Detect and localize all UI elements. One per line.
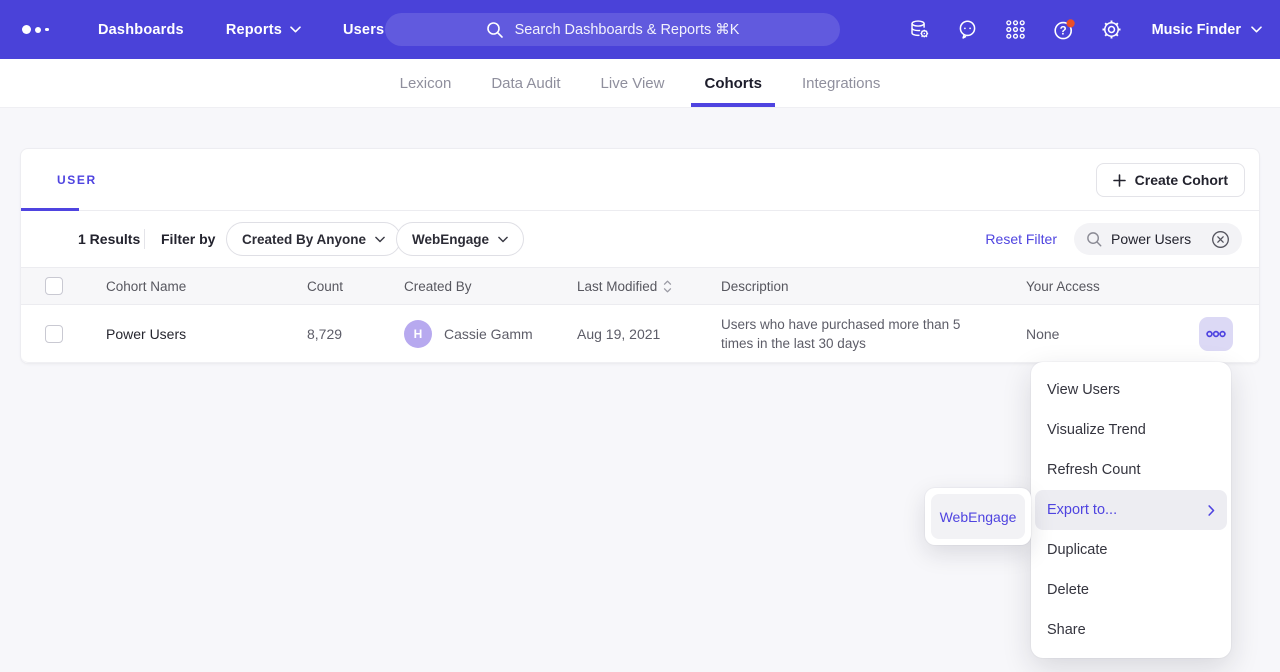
sort-icon bbox=[663, 280, 672, 293]
tab-label: Cohorts bbox=[704, 75, 762, 92]
cohort-count: 8,729 bbox=[307, 305, 342, 362]
menu-item-visualize-trend[interactable]: Visualize Trend bbox=[1031, 410, 1231, 450]
divider bbox=[144, 229, 145, 249]
created-by-dropdown[interactable]: Created By Anyone bbox=[226, 222, 401, 256]
card-header: USER Create Cohort bbox=[21, 149, 1259, 211]
nav-item-label: Users bbox=[343, 22, 384, 38]
tab-label: Live View bbox=[601, 75, 665, 92]
global-search-placeholder: Search Dashboards & Reports ⌘K bbox=[515, 22, 740, 38]
plus-icon bbox=[1113, 174, 1126, 187]
section-tab-bar: Lexicon Data Audit Live View Cohorts Int… bbox=[0, 59, 1280, 108]
global-search-input[interactable]: Search Dashboards & Reports ⌘K bbox=[385, 13, 840, 46]
row-actions-menu-button[interactable] bbox=[1199, 317, 1233, 351]
search-icon bbox=[486, 21, 504, 39]
primary-nav: Dashboards Reports Users bbox=[98, 22, 384, 38]
tab-label: Integrations bbox=[802, 75, 880, 92]
nav-item-reports[interactable]: Reports bbox=[226, 22, 301, 38]
submenu-item-webengage[interactable]: WebEngage bbox=[931, 494, 1025, 539]
created-by-name: Cassie Gamm bbox=[444, 326, 533, 342]
dropdown-value: Created By Anyone bbox=[242, 232, 366, 247]
results-count: 1 Results bbox=[78, 211, 140, 267]
tab-data-audit[interactable]: Data Audit bbox=[488, 59, 563, 107]
column-header-cohort-name: Cohort Name bbox=[106, 268, 186, 304]
tab-lexicon[interactable]: Lexicon bbox=[397, 59, 455, 107]
cohort-name[interactable]: Power Users bbox=[106, 305, 186, 362]
tab-live-view[interactable]: Live View bbox=[598, 59, 668, 107]
nav-item-dashboards[interactable]: Dashboards bbox=[98, 22, 184, 38]
menu-item-view-users[interactable]: View Users bbox=[1031, 370, 1231, 410]
cohorts-card: USER Create Cohort 1 Results Filter by C… bbox=[20, 148, 1260, 364]
row-checkbox[interactable] bbox=[45, 325, 63, 343]
menu-item-delete[interactable]: Delete bbox=[1031, 570, 1231, 610]
feedback-icon[interactable] bbox=[944, 0, 992, 59]
nav-item-label: Dashboards bbox=[98, 22, 184, 38]
create-cohort-button[interactable]: Create Cohort bbox=[1096, 163, 1245, 197]
avatar: H bbox=[404, 320, 432, 348]
menu-item-duplicate[interactable]: Duplicate bbox=[1031, 530, 1231, 570]
chevron-down-icon bbox=[375, 236, 385, 243]
row-context-menu: View Users Visualize Trend Refresh Count… bbox=[1031, 362, 1231, 658]
top-navbar: Dashboards Reports Users Search Dashboar… bbox=[0, 0, 1280, 59]
created-by-cell: H Cassie Gamm bbox=[404, 305, 533, 362]
column-header-your-access: Your Access bbox=[1026, 268, 1100, 304]
help-icon[interactable]: ? bbox=[1040, 0, 1088, 59]
dropdown-value: WebEngage bbox=[412, 232, 489, 247]
settings-icon[interactable] bbox=[1088, 0, 1136, 59]
notification-badge bbox=[1066, 19, 1074, 27]
more-options-icon bbox=[1206, 330, 1226, 338]
project-name: Music Finder bbox=[1152, 22, 1241, 38]
mixpanel-logo-icon[interactable] bbox=[22, 25, 68, 34]
svg-text:?: ? bbox=[1059, 25, 1066, 37]
filter-toolbar: 1 Results Filter by Created By Anyone We… bbox=[21, 211, 1259, 267]
chevron-right-icon bbox=[1208, 505, 1215, 516]
table-header-row: Cohort Name Count Created By Last Modifi… bbox=[21, 267, 1259, 305]
integration-dropdown[interactable]: WebEngage bbox=[396, 222, 524, 256]
filter-by-label: Filter by bbox=[161, 211, 215, 267]
search-icon bbox=[1086, 231, 1103, 248]
last-modified-cell: Aug 19, 2021 bbox=[577, 305, 660, 362]
table-row[interactable]: Power Users 8,729 H Cassie Gamm Aug 19, … bbox=[21, 305, 1259, 363]
nav-item-users[interactable]: Users bbox=[343, 22, 384, 38]
column-header-count: Count bbox=[307, 268, 343, 304]
nav-item-label: Reports bbox=[226, 22, 282, 38]
tab-integrations[interactable]: Integrations bbox=[799, 59, 883, 107]
navbar-right-cluster: ? Music Finder bbox=[896, 0, 1280, 59]
clear-search-icon[interactable] bbox=[1211, 230, 1230, 249]
cohort-search-input[interactable] bbox=[1111, 231, 1203, 247]
reset-filter-link[interactable]: Reset Filter bbox=[985, 211, 1057, 267]
cohort-search-box bbox=[1074, 223, 1242, 255]
menu-item-export-to[interactable]: Export to... bbox=[1035, 490, 1227, 530]
tab-cohorts[interactable]: Cohorts bbox=[701, 59, 765, 107]
export-submenu: WebEngage bbox=[925, 488, 1031, 545]
description-cell: Users who have purchased more than 5 tim… bbox=[721, 315, 979, 353]
chevron-down-icon bbox=[498, 236, 508, 243]
select-all-checkbox[interactable] bbox=[45, 277, 63, 295]
tab-label: Lexicon bbox=[400, 75, 452, 92]
data-management-icon[interactable] bbox=[896, 0, 944, 59]
menu-item-refresh-count[interactable]: Refresh Count bbox=[1031, 450, 1231, 490]
chevron-down-icon bbox=[290, 26, 301, 33]
apps-grid-icon[interactable] bbox=[992, 0, 1040, 59]
column-header-last-modified[interactable]: Last Modified bbox=[577, 268, 672, 304]
chevron-down-icon bbox=[1251, 26, 1262, 33]
tab-label: Data Audit bbox=[491, 75, 560, 92]
menu-item-label: Export to... bbox=[1047, 502, 1117, 518]
column-header-created-by: Created By bbox=[404, 268, 472, 304]
column-header-description: Description bbox=[721, 268, 979, 304]
tab-user-cohorts[interactable]: USER bbox=[57, 149, 97, 210]
tab-label: USER bbox=[57, 173, 97, 187]
project-switcher[interactable]: Music Finder bbox=[1152, 22, 1262, 38]
menu-item-share[interactable]: Share bbox=[1031, 610, 1231, 650]
your-access-cell: None bbox=[1026, 305, 1059, 362]
create-cohort-label: Create Cohort bbox=[1135, 172, 1228, 188]
column-header-label: Last Modified bbox=[577, 279, 657, 294]
